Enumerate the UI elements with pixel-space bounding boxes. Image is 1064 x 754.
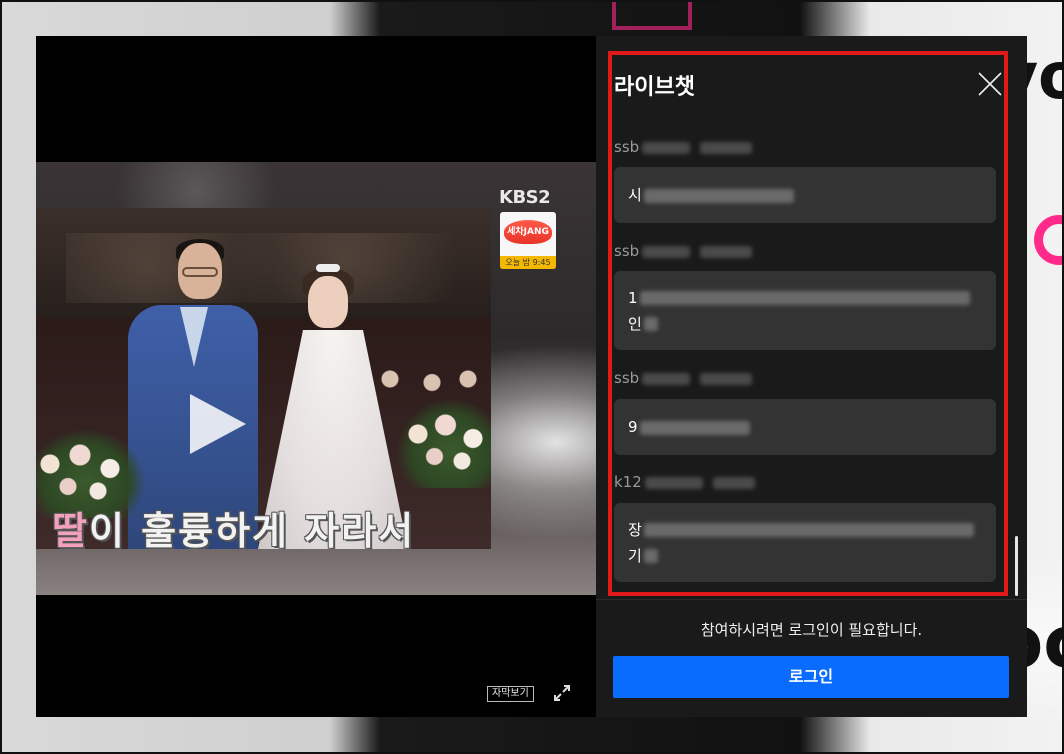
blurred-text (700, 141, 753, 154)
message-text: 인 (628, 314, 642, 333)
chat-scrollbar[interactable] (1015, 536, 1018, 596)
blurred-text (639, 420, 750, 435)
login-required-text: 참여하시려면 로그인이 필요합니다. (700, 621, 923, 639)
message-line: 시 (628, 182, 982, 208)
subtitle-button[interactable]: 자막보기 (487, 686, 534, 702)
message-text: 시 (628, 186, 642, 204)
chat-username: ssb (614, 369, 753, 389)
caption-highlight: 딸 (52, 509, 89, 549)
show-logo: 세차JANG (504, 220, 552, 244)
username-prefix: k12 (614, 473, 642, 491)
blurred-text (643, 188, 794, 203)
scene-flowers (396, 398, 491, 488)
show-badge: 세차JANG 오늘 밤 9:45 (500, 212, 556, 269)
message-text: 장 (628, 520, 642, 539)
blurred-text (643, 317, 658, 331)
chat-message: 장 기 (614, 503, 996, 582)
bride-head (308, 276, 348, 328)
chat-message-list[interactable]: ssb 시 ssb 1 인 ssb 9 k12 장 기 (596, 126, 1027, 596)
chat-footer: 참여하시려면 로그인이 필요합니다. 로그인 (596, 599, 1027, 717)
username-prefix: ssb (614, 242, 640, 260)
login-button[interactable]: 로그인 (613, 656, 1009, 698)
chat-username: k12 (614, 473, 755, 493)
channel-logo: KBS2 (499, 187, 551, 208)
channel-number: 2 (538, 187, 551, 208)
groom-glasses (182, 267, 218, 277)
bride-tiara (316, 264, 340, 272)
message-text: 9 (628, 418, 638, 436)
blurred-text (642, 245, 691, 258)
blurred-text (642, 372, 691, 385)
blurred-text (643, 549, 658, 563)
message-text: 기 (628, 546, 642, 565)
username-prefix: ssb (614, 369, 640, 387)
backdrop-decoration (612, 0, 692, 30)
video-thumbnail: 딸이 훌륭하게 자라서 (36, 208, 491, 549)
message-line: 장 (628, 517, 982, 543)
chat-username: ssb (614, 242, 753, 262)
username-prefix: ssb (614, 138, 640, 156)
chat-title: 라이브챗 (614, 75, 695, 100)
blurred-text (642, 141, 691, 154)
message-line: 인 (628, 311, 982, 337)
chat-message: 시 (614, 167, 996, 223)
channel-logo-text: KBS (499, 187, 539, 208)
chat-message: 1 인 (614, 271, 996, 350)
video-caption: 딸이 훌륭하게 자라서 (52, 500, 415, 549)
play-icon[interactable] (188, 392, 248, 456)
blurred-text (643, 523, 974, 537)
video-player[interactable]: 딸이 훌륭하게 자라서 KBS2 세차JANG 오늘 밤 9:45 자막보기 (36, 36, 596, 717)
message-text: 1 (628, 288, 638, 307)
message-line: 1 (628, 285, 982, 311)
chat-message: 9 (614, 399, 996, 455)
blurred-text (700, 372, 753, 385)
backdrop-decoration (1034, 215, 1064, 265)
blurred-text (644, 476, 703, 489)
fullscreen-icon[interactable] (552, 683, 572, 703)
caption-text: 이 훌륭하게 자라서 (88, 509, 416, 549)
blurred-text (712, 476, 755, 489)
blurred-text (700, 245, 753, 258)
close-icon[interactable] (976, 70, 1004, 98)
show-time: 오늘 밤 9:45 (500, 256, 556, 269)
blurred-text (639, 291, 970, 305)
chat-username: ssb (614, 138, 753, 158)
live-chat-panel: 라이브챗 ssb 시 ssb 1 인 ssb 9 k12 장 기 참여하시려면 … (596, 36, 1027, 717)
message-line: 기 (628, 543, 982, 569)
live-modal: 딸이 훌륭하게 자라서 KBS2 세차JANG 오늘 밤 9:45 자막보기 라… (36, 36, 1027, 717)
message-line: 9 (628, 414, 982, 440)
video-frame[interactable]: 딸이 훌륭하게 자라서 KBS2 세차JANG 오늘 밤 9:45 (36, 162, 596, 595)
